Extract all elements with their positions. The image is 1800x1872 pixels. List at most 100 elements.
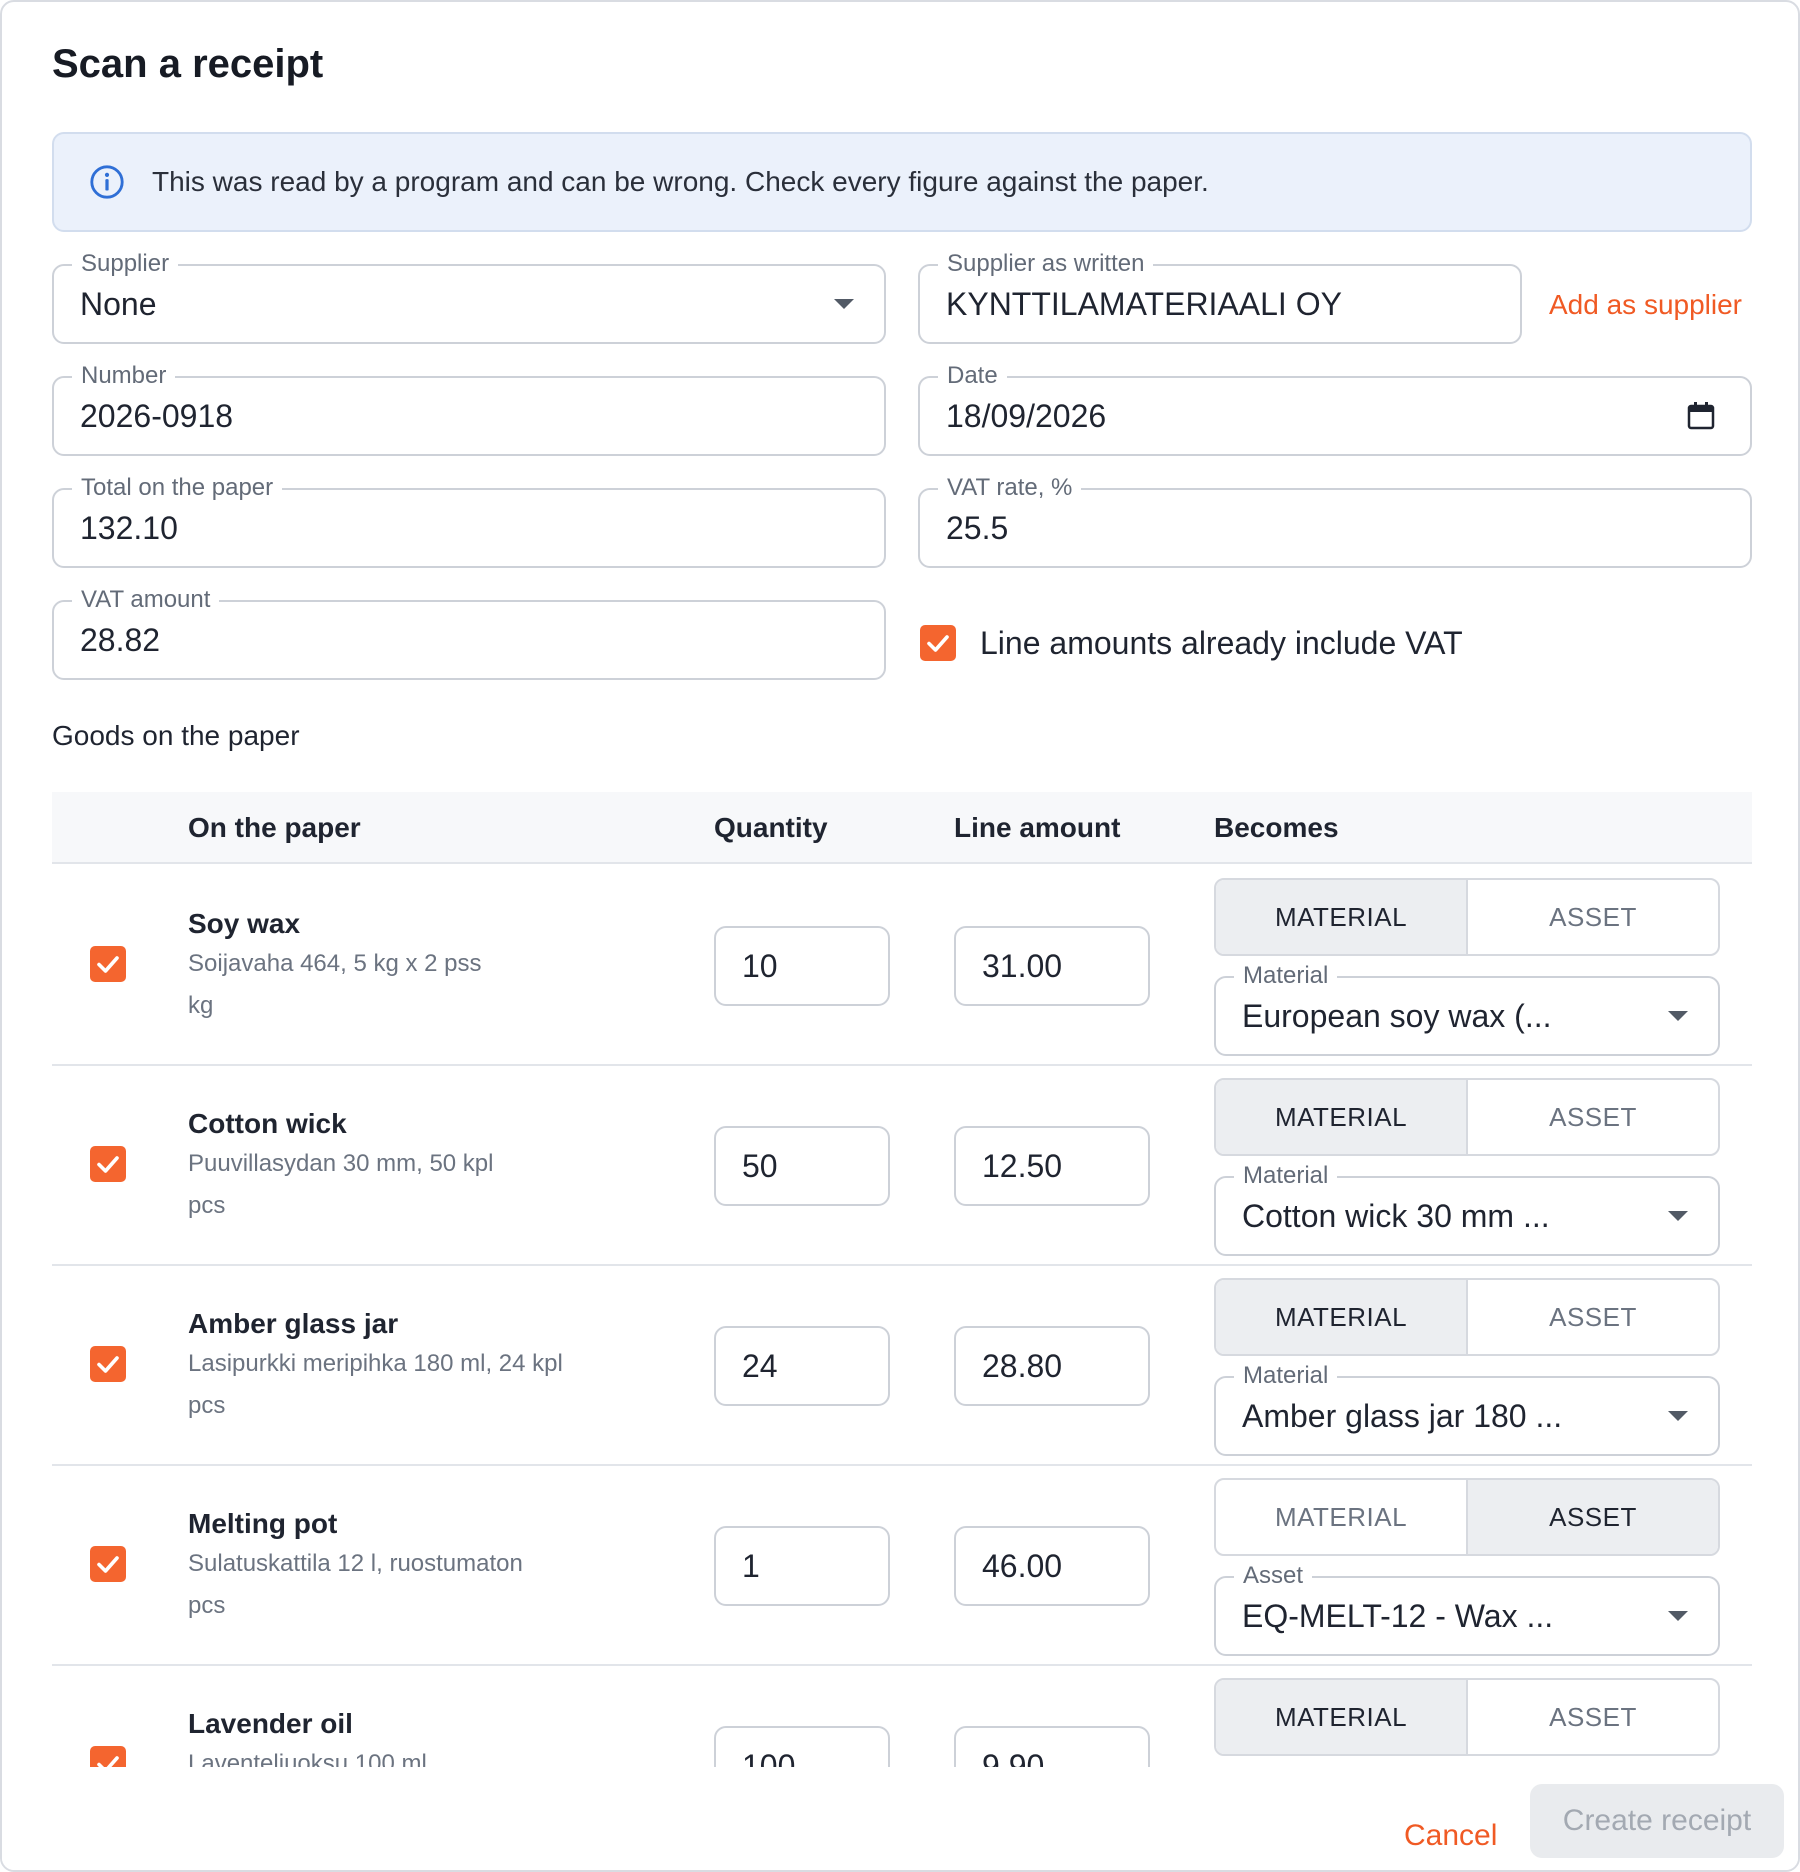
table-header: On the paper Quantity Line amount Become… <box>52 792 1752 864</box>
line-amount-input[interactable]: 9.90 <box>954 1726 1150 1767</box>
number-value: 2026-0918 <box>80 397 234 434</box>
material-select[interactable]: Material Amber glass jar 180 ... <box>1214 1361 1720 1456</box>
total-field[interactable]: Total on the paper 132.10 <box>52 473 886 568</box>
goods-section-title: Goods on the paper <box>52 720 300 751</box>
quantity-input[interactable]: 100 <box>714 1726 890 1767</box>
info-circle-icon <box>90 165 124 199</box>
line-amount-input[interactable]: 28.80 <box>954 1326 1150 1406</box>
column-on-the-paper: On the paper <box>188 812 361 843</box>
supplier-written-field[interactable]: Supplier as written KYNTTILAMATERIAALI O… <box>918 249 1522 344</box>
vat-rate-field[interactable]: VAT rate, % 25.5 <box>918 473 1752 568</box>
select-value: European soy wax (... <box>1242 997 1552 1034</box>
info-notice: This was read by a program and can be wr… <box>52 132 1752 232</box>
item-name: Melting pot <box>188 1508 338 1539</box>
type-toggle: MATERIAL ASSET <box>1214 1678 1720 1756</box>
material-toggle-button[interactable]: MATERIAL <box>1216 1680 1466 1754</box>
supplier-value: None <box>80 285 157 322</box>
chevron-down-icon <box>1668 1211 1688 1221</box>
row-checkbox[interactable] <box>90 1146 126 1182</box>
create-receipt-button[interactable]: Create receipt <box>1530 1784 1784 1858</box>
chevron-down-icon <box>1668 1611 1688 1621</box>
table-row: Lavender oil Laventeliuoksu 100 ml 100 9… <box>52 1666 1752 1767</box>
material-toggle-button[interactable]: MATERIAL <box>1216 880 1466 954</box>
vat-amount-value: 28.82 <box>80 621 161 658</box>
checkmark-icon <box>97 1156 119 1173</box>
item-description: Puuvillasydan 30 mm, 50 kpl <box>188 1150 494 1177</box>
type-toggle: MATERIAL ASSET <box>1214 1078 1720 1156</box>
asset-toggle-button[interactable]: ASSET <box>1466 1680 1718 1754</box>
checkmark-icon <box>97 1356 119 1373</box>
scan-receipt-dialog: Scan a receipt This was read by a progra… <box>0 0 1800 1872</box>
table-row: Cotton wick Puuvillasydan 30 mm, 50 kpl … <box>52 1066 1752 1266</box>
supplier-written-value: KYNTTILAMATERIAALI OY <box>946 285 1342 322</box>
material-toggle-button[interactable]: MATERIAL <box>1216 1280 1466 1354</box>
item-name: Soy wax <box>188 908 301 939</box>
vat-amount-field[interactable]: VAT amount 28.82 <box>52 585 886 680</box>
calendar-icon[interactable] <box>1686 401 1716 431</box>
item-unit: pcs <box>188 1392 226 1419</box>
supplier-select[interactable]: Supplier None <box>52 249 886 344</box>
asset-select[interactable]: Asset EQ-MELT-12 - Wax ... <box>1214 1561 1720 1656</box>
cancel-button[interactable]: Cancel <box>1404 1819 1497 1853</box>
select-value: Amber glass jar 180 ... <box>1242 1397 1563 1434</box>
line-amount-input[interactable]: 46.00 <box>954 1526 1150 1606</box>
item-description: Soijavaha 464, 5 kg x 2 pss <box>188 950 482 977</box>
item-description: Lasipurkki meripihka 180 ml, 24 kpl <box>188 1350 563 1377</box>
table-row: Melting pot Sulatuskattila 12 l, ruostum… <box>52 1466 1752 1666</box>
type-toggle: MATERIAL ASSET <box>1214 1478 1720 1556</box>
row-checkbox[interactable] <box>90 1346 126 1382</box>
table-row: Amber glass jar Lasipurkki meripihka 180… <box>52 1266 1752 1466</box>
asset-toggle-button[interactable]: ASSET <box>1466 1080 1718 1154</box>
type-toggle: MATERIAL ASSET <box>1214 1278 1720 1356</box>
line-amount-input[interactable]: 31.00 <box>954 926 1150 1006</box>
chevron-down-icon <box>834 299 854 309</box>
include-vat-checkbox[interactable] <box>920 625 956 661</box>
notice-text: This was read by a program and can be wr… <box>152 166 1209 197</box>
item-unit: pcs <box>188 1592 226 1619</box>
quantity-input[interactable]: 10 <box>714 926 890 1006</box>
material-toggle-button[interactable]: MATERIAL <box>1216 1480 1466 1554</box>
include-vat-label: Line amounts already include VAT <box>980 625 1463 661</box>
date-field[interactable]: Date 18/09/2026 <box>918 361 1752 456</box>
line-amount-input[interactable]: 12.50 <box>954 1126 1150 1206</box>
quantity-input[interactable]: 24 <box>714 1326 890 1406</box>
checkmark-icon <box>97 956 119 973</box>
type-toggle: MATERIAL ASSET <box>1214 878 1720 956</box>
item-unit: pcs <box>188 1192 226 1219</box>
row-checkbox[interactable] <box>90 1546 126 1582</box>
goods-table: On the paper Quantity Line amount Become… <box>52 792 1752 1767</box>
checkmark-icon <box>97 1756 119 1767</box>
dialog-footer: Cancel Create receipt <box>2 1767 1798 1870</box>
quantity-input[interactable]: 1 <box>714 1526 890 1606</box>
column-quantity: Quantity <box>714 812 828 843</box>
item-name: Amber glass jar <box>188 1308 399 1339</box>
asset-toggle-button[interactable]: ASSET <box>1466 880 1718 954</box>
column-line-amount: Line amount <box>954 812 1121 843</box>
item-description: Sulatuskattila 12 l, ruostumaton <box>188 1550 523 1577</box>
checkmark-icon <box>927 635 949 652</box>
vat-rate-value: 25.5 <box>946 509 1009 546</box>
asset-toggle-button[interactable]: ASSET <box>1466 1280 1718 1354</box>
table-row: Soy wax Soijavaha 464, 5 kg x 2 pss kg 1… <box>52 866 1752 1066</box>
add-as-supplier-link[interactable]: Add as supplier <box>1549 289 1742 321</box>
item-description: Laventeliuoksu 100 ml <box>188 1750 427 1767</box>
select-value: EQ-MELT-12 - Wax ... <box>1242 1597 1554 1634</box>
item-unit: kg <box>188 992 214 1019</box>
dialog-title: Scan a receipt <box>52 42 324 86</box>
material-toggle-button[interactable]: MATERIAL <box>1216 1080 1466 1154</box>
asset-toggle-button[interactable]: ASSET <box>1466 1480 1718 1554</box>
row-checkbox[interactable] <box>90 1746 126 1767</box>
number-field[interactable]: Number 2026-0918 <box>52 361 886 456</box>
total-value: 132.10 <box>80 509 178 546</box>
item-name: Cotton wick <box>188 1108 347 1139</box>
chevron-down-icon <box>1668 1411 1688 1421</box>
chevron-down-icon <box>1668 1011 1688 1021</box>
date-value: 18/09/2026 <box>946 397 1107 434</box>
material-select[interactable]: Material Cotton wick 30 mm ... <box>1214 1161 1720 1256</box>
checkmark-icon <box>97 1556 119 1573</box>
quantity-input[interactable]: 50 <box>714 1126 890 1206</box>
select-value: Cotton wick 30 mm ... <box>1242 1197 1550 1234</box>
item-name: Lavender oil <box>188 1708 353 1739</box>
row-checkbox[interactable] <box>90 946 126 982</box>
material-select[interactable]: Material European soy wax (... <box>1214 961 1720 1056</box>
